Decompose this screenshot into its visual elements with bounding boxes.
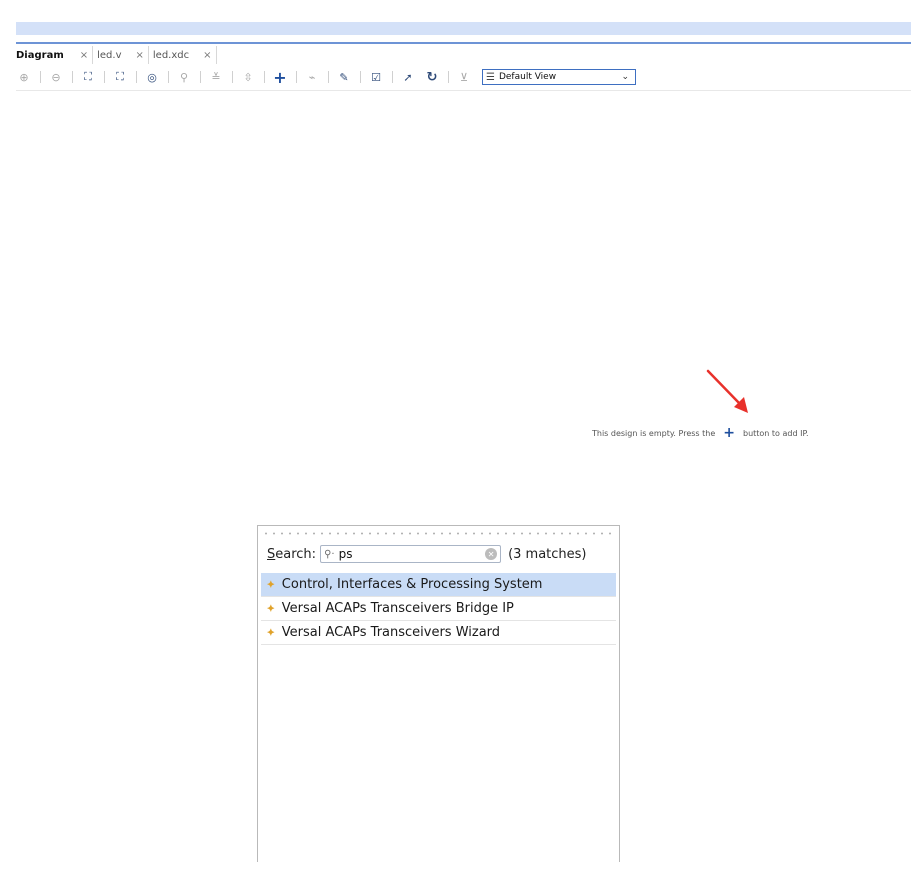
tab-label: led.xdc <box>152 49 190 61</box>
list-item-label: Control, Interfaces & Processing System <box>281 577 543 592</box>
search-icon: ⚲· <box>324 548 335 560</box>
list-item[interactable]: ⯌ Versal ACAPs Transceivers Bridge IP <box>261 597 616 621</box>
toolbar-separator <box>72 71 73 83</box>
pin-icon[interactable]: ➚ <box>400 69 416 85</box>
match-count: (3 matches) <box>508 546 587 562</box>
diagram-toolbar: ⊕ ⊖ ⛶ ⛶ ◎ ⚲ ≚ ⇳ + ⌁ ✎ ☑ ➚ ↻ ⊻ ☰ Default … <box>16 67 636 87</box>
toolbar-separator <box>448 71 449 83</box>
zoom-in-icon[interactable]: ⊕ <box>16 69 32 85</box>
title-band <box>16 22 911 35</box>
editor-tab-bar: Diagram × led.v × led.xdc × <box>16 46 221 64</box>
hint-text: This design is empty. Press the <box>592 428 716 438</box>
search-label-rest: earch: <box>275 546 317 562</box>
fit-selection-icon[interactable]: ⛶ <box>112 69 128 85</box>
tab-label: led.v <box>97 49 122 61</box>
clear-icon[interactable]: ✕ <box>485 548 498 560</box>
tab-label: Diagram <box>16 49 64 61</box>
list-item-label: Versal ACAPs Transceivers Bridge IP <box>281 601 514 616</box>
drag-grip[interactable] <box>262 532 615 535</box>
toolbar-separator <box>328 71 329 83</box>
add-ip-hint-icon[interactable]: + <box>723 425 735 441</box>
panel-accent-line <box>16 42 911 44</box>
center-icon[interactable]: ◎ <box>144 69 160 85</box>
toolbar-separator <box>168 71 169 83</box>
search-label: Search: <box>267 547 316 562</box>
tab-led-v[interactable]: led.v × <box>97 46 149 64</box>
list-item[interactable]: ⯌ Versal ACAPs Transceivers Wizard <box>261 621 616 645</box>
close-icon[interactable]: × <box>136 50 144 61</box>
add-ip-popup: Search: ⚲· ✕ (3 matches) ⯌ Control, Inte… <box>257 525 620 862</box>
list-item[interactable]: ⯌ Control, Interfaces & Processing Syste… <box>261 573 616 597</box>
route-icon[interactable]: ⌁ <box>304 69 320 85</box>
empty-design-hint: This design is empty. Press the + button… <box>592 425 809 441</box>
toolbar-separator <box>104 71 105 83</box>
toolbar-separator <box>232 71 233 83</box>
search-results: ⯌ Control, Interfaces & Processing Syste… <box>261 573 616 645</box>
search-input[interactable] <box>338 547 486 561</box>
search-icon[interactable]: ⚲ <box>176 69 192 85</box>
ip-core-icon: ⯌ <box>267 627 275 638</box>
close-icon[interactable]: × <box>80 50 88 61</box>
zoom-out-icon[interactable]: ⊖ <box>48 69 64 85</box>
view-select-value: Default View <box>498 72 557 82</box>
toolbar-separator <box>296 71 297 83</box>
view-select[interactable]: ☰ Default View ⌄ <box>482 69 636 85</box>
close-icon[interactable]: × <box>203 50 211 61</box>
add-ip-icon[interactable]: + <box>272 68 288 87</box>
toolbar-separator <box>200 71 201 83</box>
list-icon: ☰ <box>486 71 495 83</box>
collapse-icon[interactable]: ≚ <box>208 69 224 85</box>
toolbar-divider <box>16 90 911 91</box>
validate-icon[interactable]: ☑ <box>368 69 384 85</box>
toolbar-separator <box>360 71 361 83</box>
toolbar-separator <box>136 71 137 83</box>
ip-core-icon: ⯌ <box>267 603 275 614</box>
toolbar-separator <box>264 71 265 83</box>
ip-core-icon: ⯌ <box>267 579 275 590</box>
wrench-icon[interactable]: ✎ <box>336 69 352 85</box>
regenerate-icon[interactable]: ⊻ <box>456 69 472 85</box>
tab-led-xdc[interactable]: led.xdc × <box>153 46 217 64</box>
search-box[interactable]: ⚲· ✕ <box>320 545 502 563</box>
hint-text: button to add IP. <box>742 428 809 438</box>
fit-view-icon[interactable]: ⛶ <box>80 69 96 85</box>
expand-icon[interactable]: ⇳ <box>240 69 256 85</box>
toolbar-separator <box>40 71 41 83</box>
list-item-label: Versal ACAPs Transceivers Wizard <box>281 625 501 640</box>
toolbar-separator <box>392 71 393 83</box>
refresh-icon[interactable]: ↻ <box>424 69 440 85</box>
red-arrow-annotation <box>706 369 748 413</box>
tab-diagram[interactable]: Diagram × <box>16 46 94 64</box>
search-row: Search: ⚲· ✕ (3 matches) <box>267 544 613 564</box>
chevron-down-icon: ⌄ <box>621 72 629 82</box>
